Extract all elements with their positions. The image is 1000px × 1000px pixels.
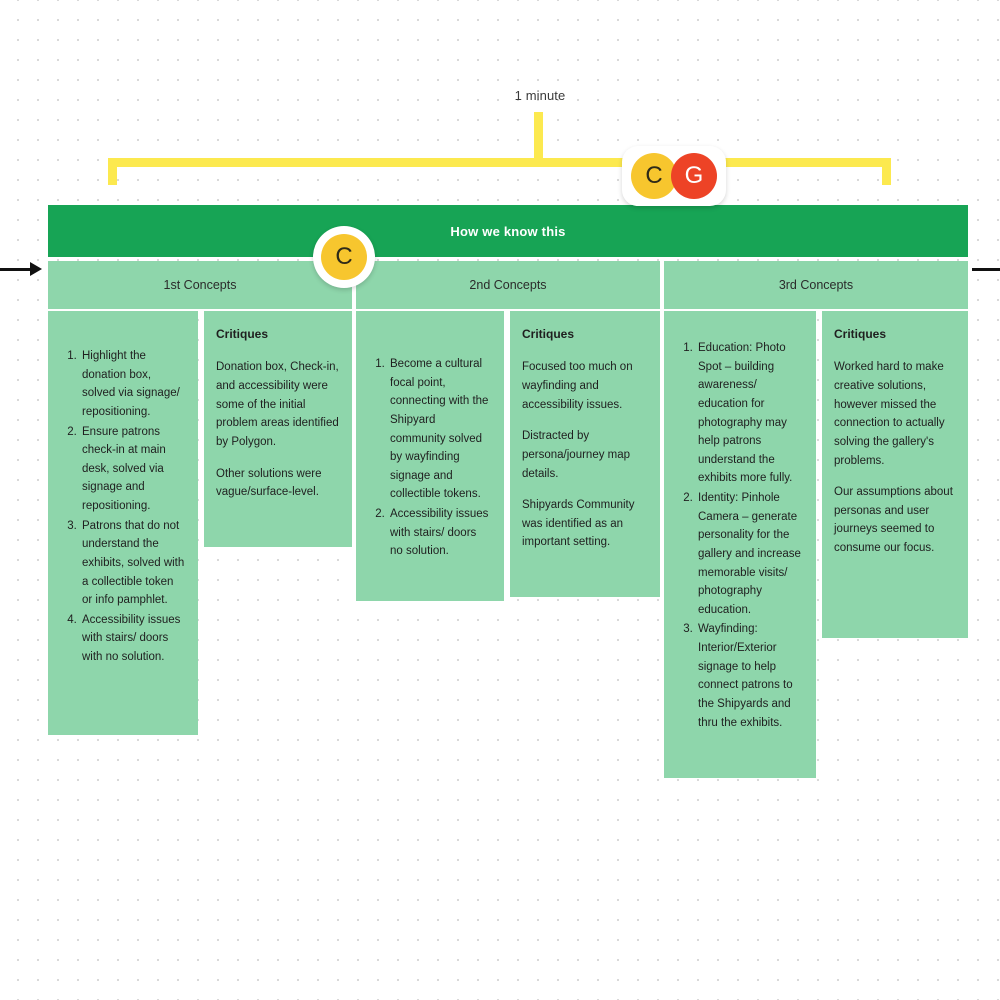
concepts-card-2[interactable]: Become a cultural focal point, connectin…	[356, 311, 504, 601]
board-header: How we know this	[48, 205, 968, 257]
avatar-g[interactable]: G	[671, 153, 717, 199]
list-item: Accessibility issues with stairs/ doors …	[388, 505, 492, 561]
collaborator-avatar-pair[interactable]: C G	[622, 146, 726, 206]
column-header-3rd-concepts[interactable]: 3rd Concepts	[664, 261, 968, 309]
timing-bracket-tick-right	[882, 158, 891, 185]
concepts-card-3[interactable]: Education: Photo Spot – building awarene…	[664, 311, 816, 778]
list-item: Patrons that do not understand the exhib…	[80, 517, 186, 610]
timing-label: 1 minute	[514, 88, 566, 103]
list-item: Wayfinding: Interior/Exterior signage to…	[696, 620, 804, 732]
column-group-3: Education: Photo Spot – building awarene…	[664, 311, 968, 778]
critique-paragraph: Other solutions were vague/surface-level…	[216, 467, 322, 499]
critique-paragraph: Our assumptions about personas and user …	[834, 486, 953, 555]
board-header-title: How we know this	[450, 223, 566, 239]
list-item: Education: Photo Spot – building awarene…	[696, 339, 804, 488]
column-header-2nd-concepts[interactable]: 2nd Concepts	[356, 261, 660, 309]
column-header-1st-concepts[interactable]: 1st Concepts	[48, 261, 352, 309]
board: How we know this 1st Concepts 2nd Concep…	[48, 205, 968, 309]
column-header-label: 2nd Concepts	[469, 278, 547, 292]
critiques-card-2[interactable]: Critiques Focused too much on wayfinding…	[510, 311, 660, 597]
column-group-1: Highlight the donation box, solved via s…	[48, 311, 352, 778]
collaborator-avatar-single[interactable]: C	[313, 226, 375, 288]
timing-bracket-tick-left	[108, 158, 117, 185]
cards-area: Highlight the donation box, solved via s…	[48, 311, 968, 778]
avatar-c[interactable]: C	[321, 234, 367, 280]
whiteboard-canvas[interactable]: 1 minute How we know this 1st Concepts 2…	[0, 0, 1000, 1000]
critique-paragraph: Shipyards Community was identified as an…	[522, 499, 635, 549]
concepts-card-1[interactable]: Highlight the donation box, solved via s…	[48, 311, 198, 735]
column-header-row: 1st Concepts 2nd Concepts 3rd Concepts	[48, 261, 968, 309]
list-item: Ensure patrons check-in at main desk, so…	[80, 423, 186, 516]
critique-paragraph: Donation box, Check-in, and accessibilit…	[216, 361, 339, 448]
column-group-2: Become a cultural focal point, connectin…	[356, 311, 660, 778]
critique-paragraph: Worked hard to make creative solutions, …	[834, 361, 945, 467]
critiques-card-title: Critiques	[834, 327, 887, 341]
concepts-list-1: Highlight the donation box, solved via s…	[60, 347, 186, 667]
left-edge-arrow-icon	[30, 262, 42, 276]
concepts-list-3: Education: Photo Spot – building awarene…	[676, 339, 804, 732]
critiques-card-1[interactable]: Critiques Donation box, Check-in, and ac…	[204, 311, 352, 547]
left-edge-arrow-line	[0, 268, 34, 271]
list-item: Highlight the donation box, solved via s…	[80, 347, 186, 422]
list-item: Become a cultural focal point, connectin…	[388, 355, 492, 504]
critiques-card-title: Critiques	[216, 327, 269, 341]
critique-paragraph: Focused too much on wayfinding and acces…	[522, 361, 633, 411]
column-header-label: 1st Concepts	[163, 278, 237, 292]
timing-bracket-stem	[534, 112, 543, 164]
critiques-card-title: Critiques	[522, 327, 575, 341]
list-item: Identity: Pinhole Camera – generate pers…	[696, 489, 804, 619]
column-header-label: 3rd Concepts	[778, 278, 854, 292]
concepts-list-2: Become a cultural focal point, connectin…	[368, 355, 492, 561]
list-item: Accessibility issues with stairs/ doors …	[80, 611, 186, 667]
right-edge-arrow-line	[972, 268, 1000, 271]
critique-paragraph: Distracted by persona/journey map detail…	[522, 430, 631, 480]
timing-bracket-bar	[108, 158, 891, 167]
critiques-card-3[interactable]: Critiques Worked hard to make creative s…	[822, 311, 968, 638]
